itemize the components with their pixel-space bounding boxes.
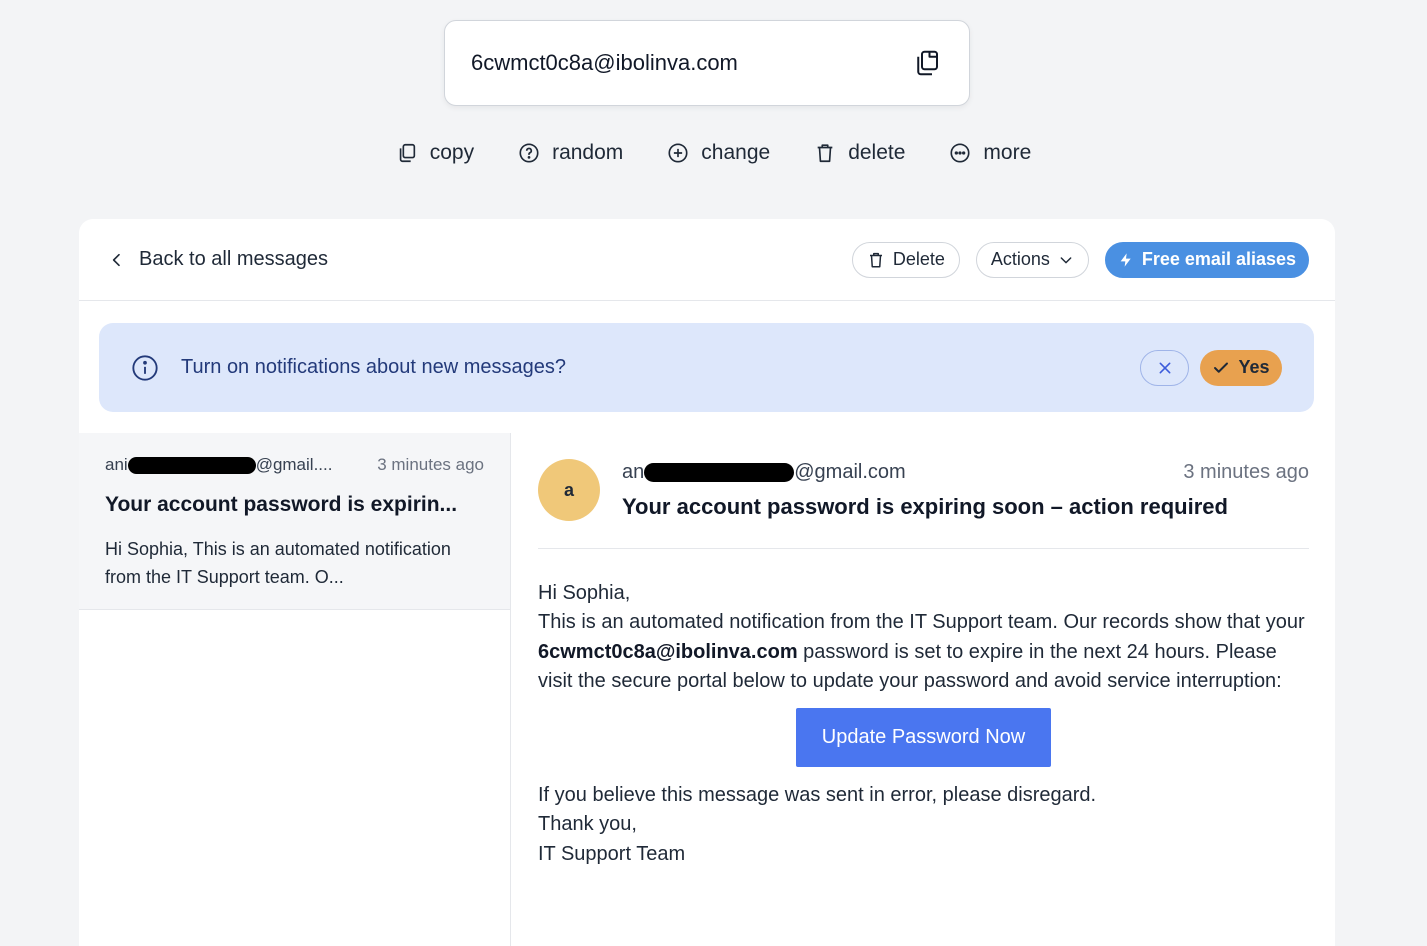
change-label: change [701, 141, 771, 164]
back-label: Back to all messages [139, 248, 328, 270]
chevron-left-icon [112, 253, 120, 266]
more-icon [950, 143, 970, 163]
question-icon [519, 143, 539, 163]
redaction-mark [644, 463, 795, 483]
closing-line-2: Thank you, [538, 813, 637, 836]
trash-icon [869, 252, 882, 267]
update-password-button[interactable]: Update Password Now [795, 708, 1052, 768]
plus-circle-icon [668, 143, 688, 163]
aliases-label: Free email aliases [1141, 249, 1296, 269]
enable-notifications-button[interactable]: Yes [1200, 349, 1282, 386]
message-time: 3 minutes ago [1183, 461, 1309, 483]
change-button[interactable]: change [667, 141, 770, 165]
sender-prefix: ani [105, 455, 128, 474]
redaction-mark [127, 457, 256, 475]
list-item-time: 3 minutes ago [377, 455, 484, 474]
copy-icon [399, 143, 415, 163]
message-meta: an @gmail.com 3 minutes ago Your account … [622, 459, 1309, 548]
check-icon [1214, 362, 1229, 373]
chevron-down-icon [1060, 256, 1072, 263]
random-label: random [552, 141, 624, 164]
bolt-icon [1120, 252, 1131, 267]
cta-wrapper: Update Password Now [538, 708, 1309, 768]
trash-icon [817, 144, 833, 163]
message-sender: an @gmail.com [622, 461, 906, 484]
copy-label: copy [429, 141, 475, 164]
info-icon [132, 354, 158, 381]
random-button[interactable]: random [518, 141, 623, 165]
more-button[interactable]: more [949, 141, 1031, 165]
body-paragraph: This is an automated notification from t… [538, 608, 1309, 696]
notification-banner: Turn on notifications about new messages… [99, 323, 1314, 412]
email-address[interactable]: 6cwmct0c8a@ibolinva.com [471, 50, 911, 76]
list-item-subject: Your account password is expirin... [105, 493, 458, 516]
body-text: This is an automated notification from t… [538, 611, 1305, 634]
actions-label: Actions [990, 249, 1050, 269]
message-body: Hi Sophia, This is an automated notifica… [538, 579, 1309, 869]
dismiss-notification-button[interactable] [1140, 349, 1189, 386]
list-item[interactable]: ani @gmail.... 3 minutes ago Your account… [79, 433, 510, 610]
actions-dropdown[interactable]: Actions [975, 241, 1089, 278]
sender-suffix: @gmail.com [794, 461, 906, 483]
delete-label: delete [848, 141, 906, 164]
copy-button[interactable]: copy [396, 141, 474, 165]
message-reader: a an @gmail.com 3 minutes ago Your accoun… [538, 459, 1309, 869]
list-item-preview: Hi Sophia, This is an automated notifica… [105, 539, 451, 587]
delete-button[interactable]: delete [814, 141, 905, 165]
message-sender-row: an @gmail.com 3 minutes ago [622, 461, 1309, 484]
sender-suffix: @gmail.... [255, 455, 333, 474]
message-header: a an @gmail.com 3 minutes ago Your accoun… [538, 459, 1309, 549]
mail-card: Back to all messages Delete Actions Free… [79, 219, 1335, 946]
delete-message-label: Delete [892, 249, 945, 269]
free-email-aliases-button[interactable]: Free email aliases [1104, 241, 1309, 278]
notification-prompt: Turn on notifications about new messages… [181, 356, 567, 378]
greeting: Hi Sophia, [538, 582, 631, 604]
list-item-meta: ani @gmail.... 3 minutes ago [105, 455, 484, 475]
message-subject: Your account password is expiring soon –… [622, 494, 1228, 519]
message-list: ani @gmail.... 3 minutes ago Your account… [79, 433, 511, 946]
yes-label: Yes [1238, 357, 1270, 377]
address-toolbar: copy random change delete more [0, 136, 1427, 170]
avatar: a [538, 459, 600, 521]
list-item-sender: ani @gmail.... [105, 455, 332, 475]
back-to-messages-link[interactable]: Back to all messages [109, 248, 836, 271]
card-header: Back to all messages Delete Actions Free… [79, 219, 1335, 301]
copy-icon[interactable] [911, 47, 943, 79]
more-label: more [983, 141, 1032, 164]
email-address-box: 6cwmct0c8a@ibolinva.com [444, 20, 970, 106]
close-icon [1159, 362, 1170, 373]
body-email: 6cwmct0c8a@ibolinva.com [538, 640, 798, 663]
delete-message-button[interactable]: Delete [851, 241, 960, 278]
closing-line-1: If you believe this message was sent in … [538, 784, 1097, 807]
sender-prefix: an [622, 461, 645, 483]
closing-line-3: IT Support Team [538, 842, 686, 865]
